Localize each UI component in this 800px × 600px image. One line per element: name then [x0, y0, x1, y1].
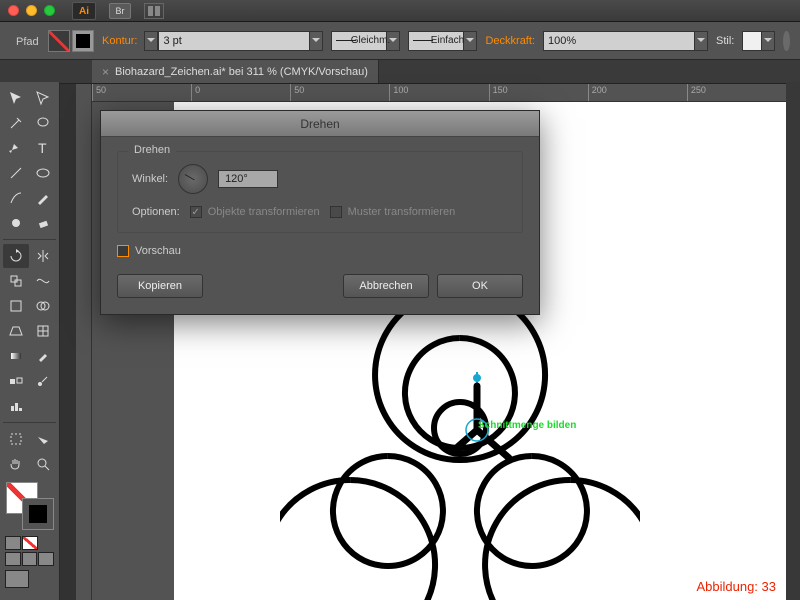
pencil-tool[interactable] [30, 186, 56, 210]
cloud-icon[interactable] [783, 31, 790, 51]
brush-profile-dropdown[interactable] [463, 31, 477, 51]
scale-tool[interactable] [3, 269, 29, 293]
traffic-lights [8, 5, 55, 16]
preview-checkbox[interactable]: Vorschau [117, 245, 181, 257]
minimize-icon[interactable] [26, 5, 37, 16]
fill-stroke-swatches[interactable] [48, 30, 94, 52]
style-label: Stil: [716, 35, 734, 47]
stroke-weight-dropdown[interactable] [309, 31, 323, 51]
perspective-grid-tool[interactable] [3, 319, 29, 343]
zoom-tool[interactable] [30, 452, 56, 476]
stroke-label[interactable]: Kontur: [102, 35, 137, 47]
rotate-fieldset: Drehen Winkel: Optionen: ✓ Objekte trans… [117, 151, 523, 233]
paintbrush-tool[interactable] [3, 186, 29, 210]
stroke-stepper[interactable] [144, 31, 158, 51]
draw-inside[interactable] [38, 552, 54, 566]
angle-dial[interactable] [178, 164, 208, 194]
transform-objects-checkbox: ✓ Objekte transformieren [190, 206, 320, 218]
draw-mode-row [5, 552, 54, 566]
gradient-tool[interactable] [3, 344, 29, 368]
blend-tool[interactable] [3, 369, 29, 393]
style-dropdown[interactable] [761, 31, 775, 51]
document-tab-row: × Biohazard_Zeichen.ai* bei 311 % (CMYK/… [0, 60, 800, 84]
dialog-title[interactable]: Drehen [101, 111, 539, 137]
artboard-tool[interactable] [3, 427, 29, 451]
checkbox-icon [330, 206, 342, 218]
checkbox-icon: ✓ [190, 206, 202, 218]
stroke-indicator[interactable] [22, 498, 54, 530]
angle-input[interactable] [218, 170, 278, 188]
options-bar: Kontur: Gleichm. Einfach Deckkraft: Stil… [0, 22, 800, 60]
angle-label: Winkel: [132, 173, 168, 185]
figure-label: Abbildung: 33 [696, 579, 776, 594]
none-mode[interactable] [22, 536, 38, 550]
width-tool[interactable] [30, 269, 56, 293]
column-graph-tool[interactable] [3, 394, 29, 418]
cancel-button[interactable]: Abbrechen [343, 274, 429, 298]
line-tool[interactable] [3, 161, 29, 185]
toolbox: T [0, 82, 60, 600]
close-icon[interactable] [8, 5, 19, 16]
bridge-badge[interactable]: Br [109, 3, 131, 19]
mesh-tool[interactable] [30, 319, 56, 343]
magic-wand-tool[interactable] [3, 111, 29, 135]
fieldset-legend: Drehen [128, 144, 176, 156]
stroke-swatch[interactable] [72, 30, 94, 52]
rotate-dialog: Drehen Drehen Winkel: Optionen: ✓ Objekt… [100, 110, 540, 315]
app-badge: Ai [72, 2, 96, 20]
draw-normal[interactable] [5, 552, 21, 566]
rotation-pivot[interactable] [455, 372, 545, 492]
fill-stroke-indicator[interactable] [6, 482, 54, 530]
ellipse-tool[interactable] [30, 161, 56, 185]
lasso-tool[interactable] [30, 111, 56, 135]
close-tab-icon[interactable]: × [102, 65, 109, 79]
selection-type-label: Pfad [16, 36, 39, 48]
opacity-dropdown[interactable] [694, 31, 708, 51]
pen-tool[interactable] [3, 136, 29, 160]
type-tool[interactable]: T [30, 136, 56, 160]
hand-tool[interactable] [3, 452, 29, 476]
opacity-input[interactable] [543, 31, 695, 51]
window-titlebar: Ai Br [0, 0, 800, 22]
ok-button[interactable]: OK [437, 274, 523, 298]
draw-behind[interactable] [22, 552, 38, 566]
symbol-sprayer-tool[interactable] [30, 369, 56, 393]
opacity-label[interactable]: Deckkraft: [485, 35, 535, 47]
eraser-tool[interactable] [30, 211, 56, 235]
panel-strip[interactable] [786, 82, 800, 600]
maximize-icon[interactable] [44, 5, 55, 16]
document-tab-label: Biohazard_Zeichen.ai* bei 311 % (CMYK/Vo… [115, 66, 368, 78]
stroke-weight-input[interactable] [158, 31, 310, 51]
blob-brush-tool[interactable] [3, 211, 29, 235]
color-mode[interactable] [5, 536, 21, 550]
svg-text:T: T [38, 140, 47, 156]
style-swatch[interactable] [742, 31, 762, 51]
free-transform-tool[interactable] [3, 294, 29, 318]
brush-profile[interactable]: Einfach [408, 31, 464, 51]
document-tab[interactable]: × Biohazard_Zeichen.ai* bei 311 % (CMYK/… [92, 60, 379, 83]
slice-tool[interactable] [30, 427, 56, 451]
ruler-horizontal[interactable]: 50 0 50 100 150 200 250 [92, 84, 786, 102]
rotate-tool[interactable] [3, 244, 29, 268]
reflect-tool[interactable] [30, 244, 56, 268]
smart-guide-tooltip: Schnittmenge bilden [478, 420, 576, 431]
screen-mode[interactable] [5, 570, 29, 588]
screen-mode-row [5, 570, 54, 588]
options-label: Optionen: [132, 206, 180, 218]
eyedropper-tool[interactable] [30, 344, 56, 368]
transform-patterns-checkbox: Muster transformieren [330, 206, 456, 218]
layout-icon[interactable] [144, 3, 164, 19]
shape-builder-tool[interactable] [30, 294, 56, 318]
width-profile[interactable]: Gleichm. [331, 31, 387, 51]
selection-tool[interactable] [3, 86, 29, 110]
copy-button[interactable]: Kopieren [117, 274, 203, 298]
direct-selection-tool[interactable] [30, 86, 56, 110]
fill-swatch-none[interactable] [48, 30, 70, 52]
checkbox-icon[interactable] [117, 245, 129, 257]
color-mode-row [5, 536, 54, 550]
ruler-vertical[interactable] [76, 84, 92, 600]
